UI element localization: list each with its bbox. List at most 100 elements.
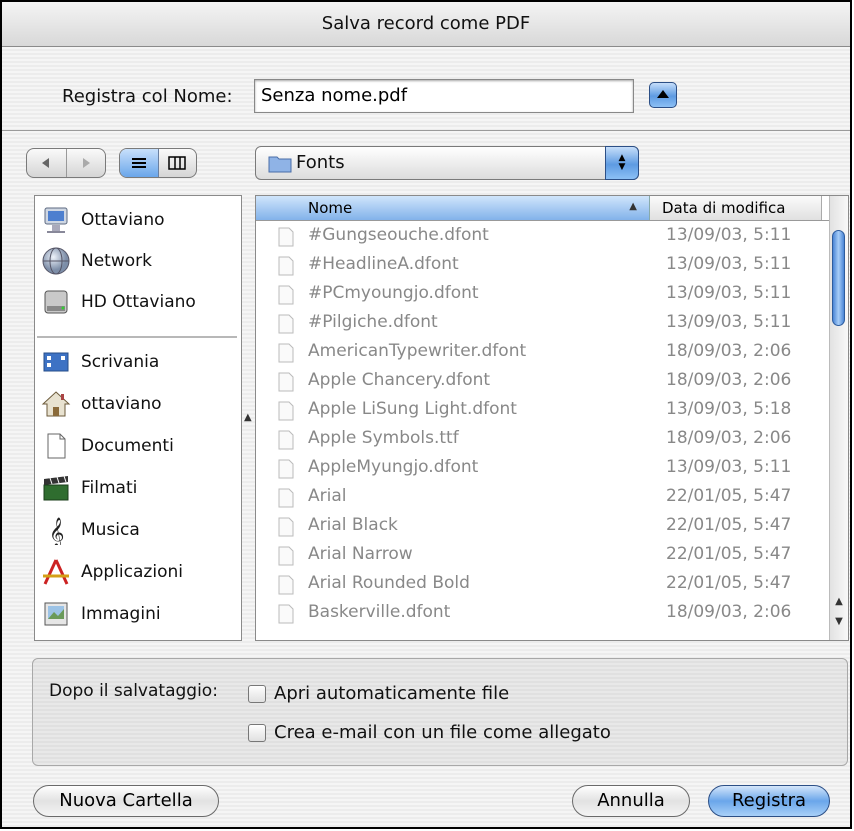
document-icon	[278, 401, 294, 421]
music-clef-icon: 𝄞	[41, 515, 71, 545]
document-icon	[278, 314, 294, 334]
sidebar-item-hd[interactable]: HD Ottaviano	[41, 282, 237, 322]
email-attachment-checkbox[interactable]	[248, 724, 266, 742]
computer-icon	[41, 205, 71, 235]
column-header-name-label: Nome	[308, 199, 353, 217]
file-date: 18/09/03, 2:06	[666, 428, 792, 448]
file-date: 22/01/05, 5:47	[666, 544, 792, 564]
table-row[interactable]: Arial Rounded Bold 22/01/05, 5:47	[256, 570, 830, 599]
document-icon	[278, 517, 294, 537]
dialog-title: Salva record come PDF	[321, 13, 531, 34]
header-divider	[2, 130, 850, 131]
document-icon	[278, 343, 294, 363]
table-row[interactable]: Arial Narrow 22/01/05, 5:47	[256, 541, 830, 570]
file-date: 18/09/03, 2:06	[666, 602, 792, 622]
document-icon	[278, 604, 294, 624]
table-row[interactable]: Baskerville.dfont 18/09/03, 2:06	[256, 599, 830, 628]
scroll-down-arrow-icon[interactable]: ▼	[830, 616, 848, 636]
sidebar-item-pictures[interactable]: Immagini	[41, 594, 237, 634]
table-row[interactable]: Arial 22/01/05, 5:47	[256, 483, 830, 512]
file-name: AppleMyungjo.dfont	[308, 457, 479, 477]
table-row[interactable]: AmericanTypewriter.dfont 18/09/03, 2:06	[256, 338, 830, 367]
sidebar-splitter-handle[interactable]: ▲	[244, 412, 252, 423]
sidebar-item-label: Immagini	[81, 604, 161, 624]
hard-disk-icon	[41, 287, 71, 317]
document-icon	[278, 488, 294, 508]
sidebar-item-label: HD Ottaviano	[81, 292, 196, 312]
svg-text:𝄞: 𝄞	[49, 517, 64, 545]
sidebar-item-desktop[interactable]: Scrivania	[41, 342, 237, 382]
document-icon	[278, 546, 294, 566]
triangle-up-icon	[657, 90, 669, 98]
table-row[interactable]: #HeadlineA.dfont 13/09/03, 5:11	[256, 251, 830, 280]
sidebar-item-label: Network	[81, 251, 152, 271]
column-header-date-label: Data di modifica	[662, 199, 786, 217]
file-date: 13/09/03, 5:11	[666, 225, 792, 245]
vertical-scrollbar[interactable]: ▲ ▼	[829, 196, 848, 640]
sidebar: Ottaviano Network HD Ottaviano Scrivania	[34, 195, 242, 641]
table-row[interactable]: #Pilgiche.dfont 13/09/03, 5:11	[256, 309, 830, 338]
sidebar-item-label: ottaviano	[81, 394, 162, 414]
forward-button[interactable]	[67, 149, 106, 177]
scrollbar-thumb[interactable]	[832, 230, 845, 326]
sidebar-item-music[interactable]: 𝄞 Musica	[41, 510, 237, 550]
save-dialog: Salva record come PDF Registra col Nome:…	[0, 0, 852, 829]
file-name: Arial Black	[308, 515, 398, 535]
sidebar-item-label: Scrivania	[81, 352, 160, 372]
file-date: 18/09/03, 2:06	[666, 341, 792, 361]
column-view-button[interactable]	[159, 149, 197, 177]
location-popup-label: Fonts	[296, 152, 345, 173]
email-attachment-label: Crea e-mail con un file come allegato	[274, 722, 611, 743]
scroll-up-arrow-icon[interactable]: ▲	[830, 596, 848, 616]
table-row[interactable]: Apple Symbols.ttf 18/09/03, 2:06	[256, 425, 830, 454]
file-name: Apple Symbols.ttf	[308, 428, 459, 448]
document-icon	[278, 459, 294, 479]
location-popup[interactable]: Fonts ▲ ▼	[255, 146, 639, 180]
sidebar-item-label: Ottaviano	[81, 210, 165, 230]
list-view-button[interactable]	[120, 149, 159, 177]
after-save-label: Dopo il salvataggio:	[49, 681, 218, 701]
new-folder-button[interactable]: Nuova Cartella	[33, 785, 219, 817]
file-date: 22/01/05, 5:47	[666, 515, 792, 535]
desktop-icon	[41, 347, 71, 377]
table-row[interactable]: Apple LiSung Light.dfont 13/09/03, 5:18	[256, 396, 830, 425]
collapse-toggle-button[interactable]	[649, 82, 677, 108]
table-row[interactable]: #PCmyoungjo.dfont 13/09/03, 5:11	[256, 280, 830, 309]
table-row[interactable]: AppleMyungjo.dfont 13/09/03, 5:11	[256, 454, 830, 483]
sidebar-item-home[interactable]: ottaviano	[41, 384, 237, 424]
file-date: 18/09/03, 2:06	[666, 370, 792, 390]
sidebar-item-network[interactable]: Network	[41, 241, 237, 281]
document-icon	[278, 256, 294, 276]
after-save-options-panel: Dopo il salvataggio: Apri automaticament…	[32, 658, 848, 766]
forward-arrow-icon	[82, 158, 90, 168]
column-view-icon	[168, 156, 186, 170]
file-name: Baskerville.dfont	[308, 602, 451, 622]
sort-ascending-icon: ▲	[629, 201, 637, 212]
save-button[interactable]: Registra	[708, 785, 830, 817]
table-row[interactable]: #Gungseouche.dfont 13/09/03, 5:11	[256, 222, 830, 251]
sidebar-item-computer[interactable]: Ottaviano	[41, 200, 237, 240]
network-globe-icon	[41, 246, 71, 276]
sidebar-item-documents[interactable]: Documenti	[41, 426, 237, 466]
document-icon	[278, 372, 294, 392]
back-button[interactable]	[27, 149, 67, 177]
column-header-name[interactable]: Nome ▲	[256, 196, 650, 220]
file-list: Nome ▲ Data di modifica #Gungseouche.dfo…	[255, 195, 849, 641]
sidebar-item-applications[interactable]: Applicazioni	[41, 552, 237, 592]
column-header-date[interactable]: Data di modifica	[650, 196, 822, 220]
table-row[interactable]: Arial Black 22/01/05, 5:47	[256, 512, 830, 541]
movies-clapper-icon	[41, 473, 71, 503]
sidebar-item-movies[interactable]: Filmati	[41, 468, 237, 508]
file-date: 22/01/05, 5:47	[666, 486, 792, 506]
file-date: 13/09/03, 5:18	[666, 399, 792, 419]
view-mode-control	[119, 148, 197, 178]
pictures-icon	[41, 599, 71, 629]
cancel-button[interactable]: Annulla	[572, 785, 690, 817]
table-row[interactable]: Apple Chancery.dfont 18/09/03, 2:06	[256, 367, 830, 396]
open-file-checkbox[interactable]	[248, 685, 266, 703]
sidebar-item-label: Applicazioni	[81, 562, 183, 582]
sidebar-item-label: Musica	[81, 520, 140, 540]
filename-field[interactable]: Senza nome.pdf	[254, 79, 634, 113]
home-icon	[41, 389, 71, 419]
title-bar: Salva record come PDF	[2, 2, 850, 47]
